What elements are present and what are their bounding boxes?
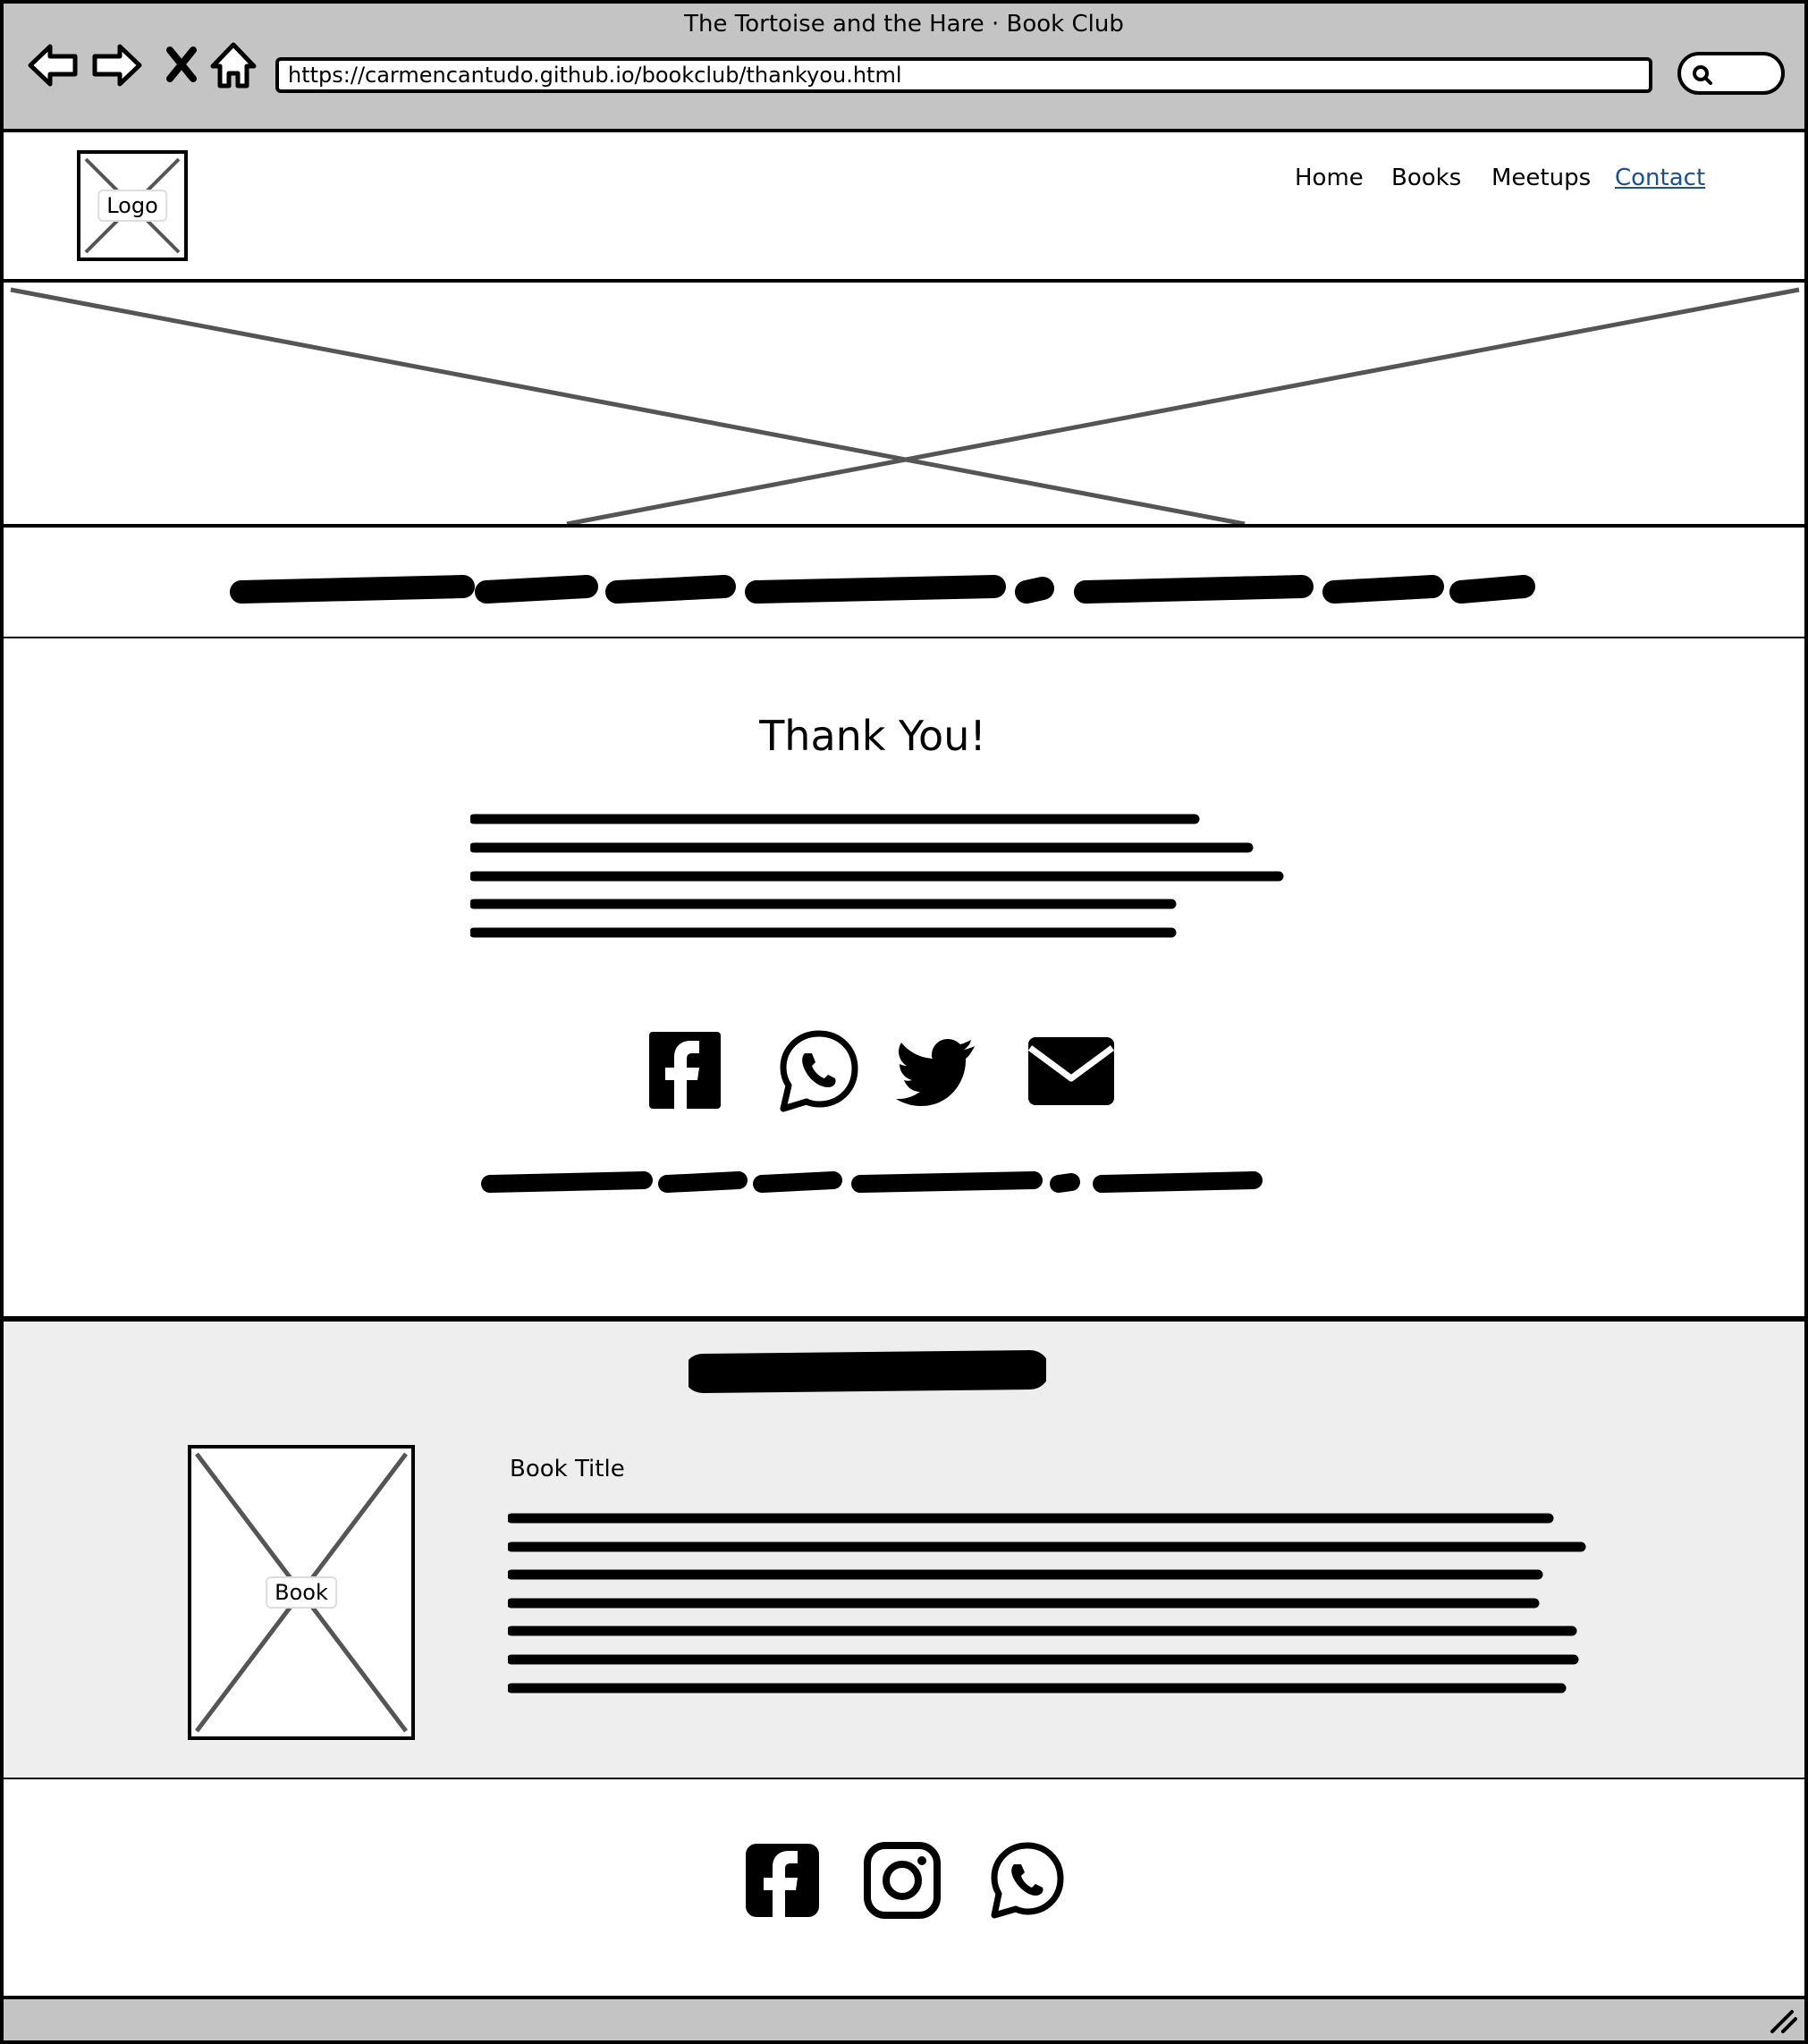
book-description-scribble	[508, 1513, 1586, 1693]
facebook-icon[interactable]	[640, 1026, 730, 1116]
site-logo[interactable]: Logo	[77, 150, 188, 261]
mail-icon[interactable]	[1027, 1026, 1116, 1116]
nav-link-books[interactable]: Books	[1391, 165, 1461, 191]
resize-grip-icon[interactable]	[1765, 2003, 1801, 2039]
logo-label: Logo	[97, 190, 167, 222]
browser-search-field[interactable]	[1677, 52, 1785, 95]
forward-arrow-icon[interactable]	[89, 38, 145, 93]
site-header	[0, 132, 1808, 283]
banner	[0, 524, 1808, 640]
whatsapp-icon[interactable]	[774, 1026, 864, 1116]
back-arrow-icon[interactable]	[25, 38, 80, 93]
banner-scribble-text	[230, 575, 1535, 604]
page-title: Thank You!	[759, 712, 986, 760]
status-bar	[0, 1996, 1808, 2044]
facebook-icon[interactable]	[742, 1840, 823, 1921]
twitter-icon[interactable]	[894, 1026, 984, 1116]
nav-link-contact[interactable]: Contact	[1615, 165, 1705, 191]
hero-image	[0, 283, 1808, 526]
book-cover-image: Book	[188, 1445, 415, 1740]
window-title: The Tortoise and the Hare · Book Club	[684, 11, 1124, 38]
instagram-icon[interactable]	[862, 1840, 942, 1921]
nav-link-meetups[interactable]: Meetups	[1491, 165, 1591, 191]
book-title: Book Title	[510, 1456, 625, 1482]
whatsapp-icon[interactable]	[987, 1840, 1068, 1921]
thank-you-scribble-paragraph	[470, 814, 1284, 938]
book-image-label: Book	[266, 1576, 337, 1609]
home-icon[interactable]	[206, 38, 261, 93]
search-icon	[1693, 65, 1712, 85]
featured-heading-scribble	[689, 1350, 1046, 1393]
address-bar[interactable]: https://carmencantudo.github.io/bookclub…	[275, 57, 1652, 93]
close-x-icon[interactable]	[157, 38, 213, 93]
nav-link-home[interactable]: Home	[1295, 165, 1364, 191]
share-caption-scribble	[481, 1171, 1263, 1193]
